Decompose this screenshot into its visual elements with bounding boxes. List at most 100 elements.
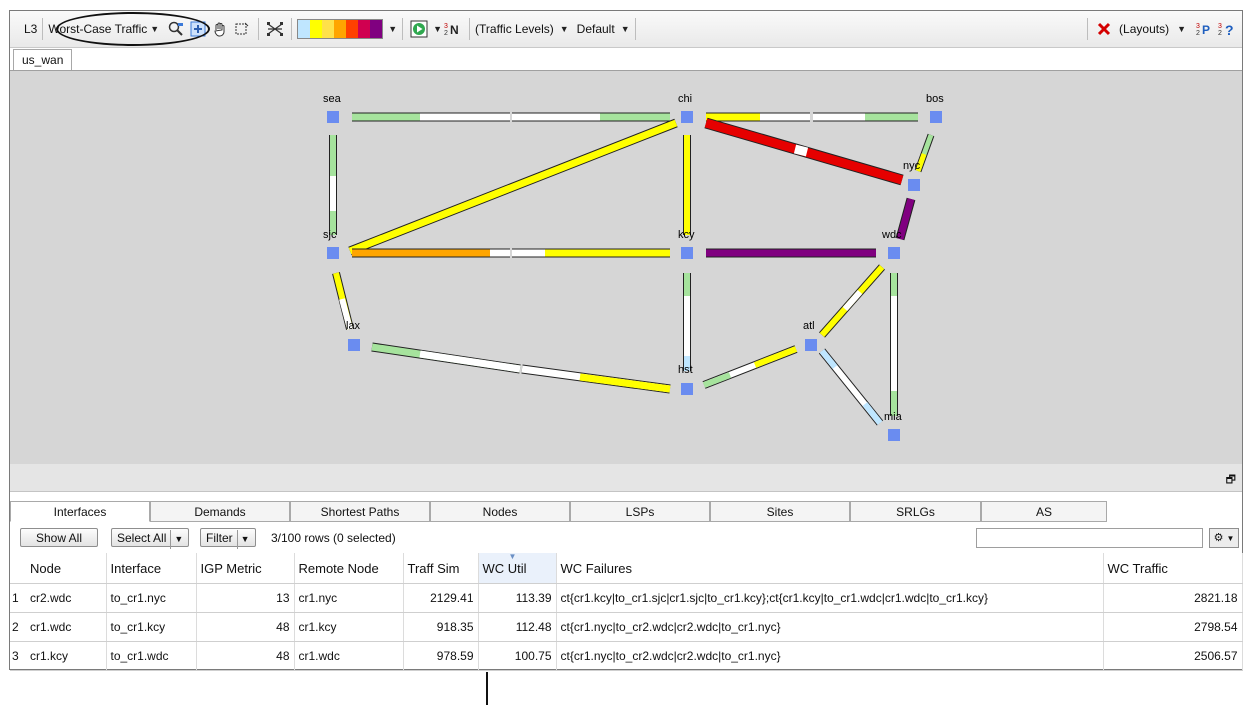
cell-interface: to_cr1.wdc (106, 641, 197, 671)
legend-swatch (334, 20, 347, 38)
svg-text:3: 3 (444, 23, 448, 30)
node-atl[interactable]: atl (803, 320, 817, 351)
node-label-wdc: wdc (881, 229, 902, 241)
select-region-icon[interactable] (233, 20, 251, 38)
svg-text:P: P (1202, 23, 1210, 37)
cell-traff-sim: 918.35 (403, 612, 479, 642)
link-hst-atl[interactable] (702, 345, 798, 389)
table-toolbar: Show All Select All ▼ Filter ▼ 3/100 rows … (10, 524, 1242, 550)
tab-us-wan[interactable]: us_wan (13, 49, 73, 71)
node-label-chi: chi (678, 93, 692, 105)
node-label-sjc: sjc (323, 229, 337, 241)
legend-swatch (322, 20, 335, 38)
tab-as[interactable]: AS (981, 501, 1107, 522)
select-all-dropdown[interactable]: Select All ▼ (111, 528, 190, 549)
toolbar: L3 Worst-Case Traffic ▼ ▼ ▼ 3 2 N (Traff… (10, 11, 1242, 48)
cell-igp-metric: 48 (196, 641, 295, 671)
select-all-label: Select All (117, 531, 167, 545)
table-row[interactable]: 2 cr1.wdc to_cr1.kcy 48 cr1.kcy 918.35 1… (10, 612, 1243, 642)
link-chi-sjc[interactable] (348, 118, 678, 256)
tab-shortest-paths[interactable]: Shortest Paths (290, 501, 430, 522)
node-bos[interactable]: bos (926, 93, 944, 123)
node-label-nyc: nyc (903, 160, 921, 172)
table-search-input[interactable] (976, 528, 1203, 548)
chevron-down-icon[interactable]: ▼ (388, 24, 397, 34)
close-red-icon[interactable] (1095, 20, 1113, 38)
pan-hand-icon[interactable] (211, 20, 229, 38)
legend-swatch (346, 20, 359, 38)
node-label-lax: lax (346, 320, 361, 332)
node-hst[interactable]: hst (678, 364, 693, 395)
row-number-header (10, 553, 26, 584)
tab-nodes[interactable]: Nodes (430, 501, 570, 522)
app-window: L3 Worst-Case Traffic ▼ ▼ ▼ 3 2 N (Traff… (9, 10, 1243, 671)
layouts-dropdown[interactable]: (Layouts) ▼ (1119, 22, 1186, 36)
link-chi-nyc[interactable] (704, 117, 904, 186)
restore-window-icon[interactable]: 🗗 (1226, 471, 1236, 490)
link-atl-mia[interactable] (818, 348, 884, 426)
table-row[interactable]: 1 cr2.wdc to_cr1.nyc 13 cr1.nyc 2129.41 … (10, 583, 1243, 613)
column-header-traff-sim[interactable]: Traff Sim (403, 553, 479, 584)
chevron-down-icon[interactable]: ▼ (433, 24, 442, 34)
chevron-down-icon: ▼ (559, 24, 569, 34)
filter-dropdown[interactable]: Filter ▼ (200, 528, 256, 549)
cell-interface: to_cr1.kcy (106, 612, 197, 642)
node-wdc[interactable]: wdc (881, 229, 902, 259)
play-simulation-icon[interactable] (410, 20, 428, 38)
column-header-remote-node[interactable]: Remote Node (294, 553, 404, 584)
column-header-wc-util-label: WC Util (482, 560, 527, 576)
node-sea[interactable]: sea (323, 93, 342, 123)
cell-igp-metric: 48 (196, 612, 295, 642)
link-atl-wdc[interactable] (819, 264, 885, 338)
separator (1087, 18, 1089, 40)
node-nyc[interactable]: nyc (903, 160, 921, 191)
tab-lsps[interactable]: LSPs (570, 501, 710, 522)
gear-icon: ⚙ (1213, 532, 1224, 544)
link-nyc-wdc[interactable] (895, 197, 916, 241)
cell-wc-failures: ct{cr1.nyc|to_cr2.wdc|cr2.wdc|to_cr1.nyc… (556, 641, 1104, 671)
help-icon[interactable]: 3 2? (1218, 20, 1236, 38)
svg-text:3: 3 (1196, 23, 1200, 30)
traffic-legend[interactable] (297, 19, 384, 39)
traffic-levels-dropdown[interactable]: (Traffic Levels) ▼ (475, 22, 569, 36)
properties-icon[interactable]: 32P (1196, 20, 1214, 38)
cell-wc-traffic: 2798.54 (1103, 612, 1243, 642)
layer-label: L3 (24, 22, 38, 36)
cell-node: cr1.wdc (26, 612, 107, 642)
svg-text:2: 2 (1196, 30, 1200, 37)
tab-demands[interactable]: Demands (150, 501, 290, 522)
node-kcy[interactable]: kcy (678, 229, 695, 259)
table-row[interactable]: 3 cr1.kcy to_cr1.wdc 48 cr1.wdc 978.59 1… (10, 641, 1243, 671)
show-all-button[interactable]: Show All (20, 528, 98, 547)
cell-remote-node: cr1.kcy (294, 612, 404, 642)
column-header-igp-metric[interactable]: IGP Metric (196, 553, 295, 584)
link-lax-hst[interactable] (371, 342, 671, 394)
column-header-wc-util[interactable]: ▼ WC Util (478, 552, 557, 584)
node-lax[interactable]: lax (346, 320, 361, 351)
column-header-node[interactable]: Node (26, 553, 107, 584)
panel-splitter[interactable]: 🗗 (10, 464, 1242, 492)
tab-interfaces[interactable]: Interfaces (10, 501, 150, 522)
table-settings-button[interactable]: ⚙ ▼ (1209, 528, 1239, 548)
node-label-mia: mia (884, 411, 903, 423)
node-chi[interactable]: chi (678, 93, 693, 123)
node-label-atl: atl (803, 320, 815, 332)
tab-srlgs[interactable]: SRLGs (850, 501, 981, 522)
default-dropdown[interactable]: Default ▼ (577, 22, 630, 36)
node-label-bos: bos (926, 93, 944, 105)
node-mia[interactable]: mia (884, 411, 903, 441)
tab-sites[interactable]: Sites (710, 501, 850, 522)
cell-traff-sim: 2129.41 (403, 583, 479, 613)
column-header-interface[interactable]: Interface (106, 553, 197, 584)
column-header-wc-failures[interactable]: WC Failures (556, 553, 1104, 584)
layouts-label: (Layouts) (1119, 22, 1170, 36)
column-header-wc-traffic[interactable]: WC Traffic (1103, 553, 1243, 584)
sort-n-icon[interactable]: 32N (444, 20, 462, 38)
network-map[interactable]: sea chi bos nyc sjc kcy wdc lax atl hst … (10, 71, 1242, 464)
network-map-canvas[interactable]: sea chi bos nyc sjc kcy wdc lax atl hst … (10, 70, 1242, 465)
cell-wc-traffic: 2506.57 (1103, 641, 1243, 671)
node-label-hst: hst (678, 364, 693, 376)
table-tab-bar: Interfaces Demands Shortest Paths Nodes … (10, 501, 1242, 523)
svg-text:N: N (450, 23, 459, 37)
layout-nodes-icon[interactable] (266, 20, 284, 38)
